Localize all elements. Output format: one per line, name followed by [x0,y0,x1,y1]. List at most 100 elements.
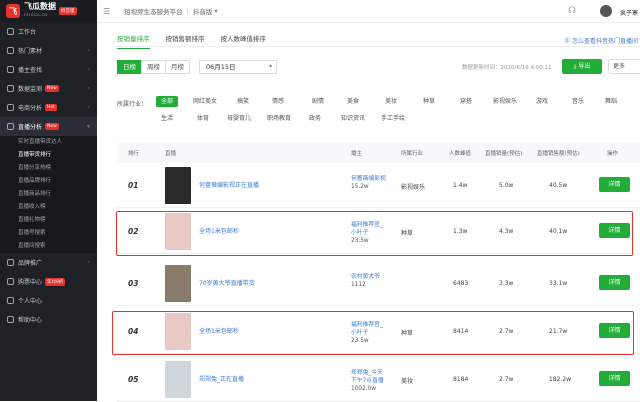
menu-item-icon [7,47,14,54]
industry-option[interactable]: 美食 [340,96,366,107]
nav-bottom: 品牌推广 › 购票中心 年付8折 个人中心 帮助中心 [0,253,97,329]
avatar[interactable] [600,5,612,17]
industry-option[interactable]: 政务 [302,113,328,124]
period-button[interactable]: 月榜 [165,60,190,74]
sidebar-subitem[interactable]: 直播收入榜 [0,201,97,214]
industry-option[interactable]: 手工手绘 [378,113,408,124]
chevron-icon: › [87,259,90,266]
help-link-text: 怎么查看抖音热门直播间 [571,38,638,45]
sidebar-subitem[interactable]: 直播带货排行 [0,149,97,162]
industry-option[interactable]: 游戏 [529,96,555,107]
menu-item-icon [7,123,14,130]
more-button[interactable]: 更多 [608,59,640,74]
host-fans: 1002.0w [351,386,377,392]
sidebar-subitem[interactable]: 直播商品排行 [0,188,97,201]
industry-cell: 美妆 [401,378,414,385]
industry-option[interactable]: 舞蹈 [600,96,622,107]
breadcrumb-platform[interactable]: 短视频生态服务平台 [124,6,183,16]
sidebar-item[interactable]: 热门素材 › [0,41,97,60]
live-thumbnail[interactable] [165,167,191,204]
sidebar-item[interactable]: 品牌推广 › [0,253,97,272]
industry-option[interactable]: 母婴育儿 [224,113,254,124]
live-thumbnail[interactable] [165,361,191,398]
live-title-link[interactable]: 何蔷薇编影视正在直播 [199,180,259,189]
highlight-box [112,311,634,355]
industry-option[interactable]: 影视娱乐 [488,96,522,107]
sidebar-item[interactable]: 数据监测 New › [0,79,97,98]
sidebar-item-label: 工作台 [18,29,37,36]
host-name-link[interactable]: 何蔷薇编影视 [351,175,386,183]
host-name-link[interactable]: 郑郑兔_今天 [351,369,384,377]
table-row: 03 70岁黄大爷直播带货 农村黄大爷 1112 6483 3.3w 33.1w 详情 [117,262,640,306]
headset-icon[interactable]: ☊ [568,6,576,16]
header-peak: 人数峰值 [449,151,472,157]
industry-label: 所属行业： [117,101,148,108]
live-title-link[interactable]: 70岁黄大爷直播带货 [199,278,255,287]
period-switch: 日榜 周榜 月榜 [117,60,190,74]
logo[interactable]: 飞 飞瓜数据 FEIGUA.CN 抖音版 [0,0,97,22]
rank-number: 01 [128,181,139,190]
industry-option[interactable]: 知识资讯 [338,113,368,124]
industry-option[interactable]: 美妆 [378,96,404,107]
industry-option[interactable]: 体育 [190,113,216,124]
sidebar-item-label: 购票中心 [18,279,43,286]
period-button[interactable]: 日榜 [117,60,142,74]
live-title-link[interactable]: 郑郑兔_正在直播 [199,374,244,383]
sidebar-subitem[interactable]: 实时直播带货达人 [0,136,97,149]
sidebar-item[interactable]: 电商分析 Hot › [0,98,97,117]
industry-option[interactable]: 穿搭 [453,96,479,107]
industry-option[interactable]: 音乐 [565,96,591,107]
industry-option[interactable]: 搞笑 [230,96,256,107]
sidebar-item-label: 热门素材 [18,48,43,55]
rank-number: 03 [128,279,139,288]
detail-button[interactable]: 详情 [599,177,630,192]
date-value: 06月15日 [206,63,236,71]
breadcrumb-version[interactable]: 抖音版 [193,6,213,16]
industry-option[interactable]: 生活 [156,113,178,124]
host-name-link[interactable]: 下午7点直播 [351,377,384,385]
sidebar-subitem[interactable]: 直播号搜索 [0,227,97,240]
industry-option[interactable]: 剧情 [305,96,331,107]
industry-option[interactable]: 职场教育 [264,113,294,124]
export-button[interactable]: ⤓ 导出 [562,59,602,74]
host-info: 郑郑兔_今天 下午7点直播 1002.0w [351,369,384,393]
sidebar-item[interactable]: 帮助中心 [0,310,97,329]
sidebar-item[interactable]: 播主查找 › [0,60,97,79]
highlight-box [116,211,633,256]
menu-item-icon [7,85,14,92]
sidebar-subitem[interactable]: 直播礼物榜 [0,214,97,227]
menu-icon[interactable]: ☰ [103,7,110,16]
nav-main: 工作台 热门素材 › 播主查找 › 数据监测 New › 电商分析 Hot › 直播分析 New ▾ [0,22,97,136]
industry-option[interactable]: 全部 [156,96,178,107]
industry-option[interactable]: 情感 [265,96,291,107]
chevron-icon: › [87,104,90,111]
menu-item-icon [7,278,14,285]
sidebar-item[interactable]: 直播分析 New ▾ [0,117,97,136]
sidebar-item[interactable]: 购票中心 年付8折 [0,272,97,291]
brand-name: 飞瓜数据 [24,2,56,11]
period-button[interactable]: 周榜 [141,60,166,74]
sidebar-subitem[interactable]: 直播间搜索 [0,240,97,253]
table-row: 01 何蔷薇编影视正在直播 何蔷薇编影视 15.2w 影视娱乐 1.4w 5.0w 40.5w… [117,164,640,208]
sidebar-subitem[interactable]: 直播品牌排行 [0,175,97,188]
live-thumbnail[interactable] [165,265,191,302]
user-name[interactable]: 疯子寒 [620,8,638,17]
download-icon: ⤓ [573,63,577,70]
detail-button[interactable]: 详情 [599,275,630,290]
sidebar-item[interactable]: 工作台 [0,22,97,41]
industry-option[interactable]: 种草 [416,96,442,107]
sidebar-item[interactable]: 个人中心 [0,291,97,310]
logo-text: 飞瓜数据 FEIGUA.CN [24,3,56,19]
table-row: 05 郑郑兔_正在直播 郑郑兔_今天 下午7点直播 1002.0w 美妆 8184 2.7w 1… [117,358,640,402]
sidebar-item-label: 数据监测 [18,86,43,93]
detail-button[interactable]: 详情 [599,371,630,386]
sidebar-subitem[interactable]: 直播分享热榜 [0,162,97,175]
rank-number: 05 [128,375,139,384]
date-picker[interactable]: 06月15日 ▾ [199,60,277,74]
chevron-down-icon[interactable]: ▾ [214,7,217,15]
help-link[interactable]: ⓪ 怎么查看抖音热门直播间 [564,36,638,45]
industry-option[interactable]: 网红美女 [190,96,220,107]
host-name-link[interactable]: 农村黄大爷 [351,273,380,281]
nav-sub: 实时直播带货达人 直播带货排行 直播分享热榜 直播品牌排行 直播商品排行 直播收入榜 直播礼… [0,136,97,253]
update-time: 数据更新时间：2020/6/16 4:00:11 [462,65,552,71]
